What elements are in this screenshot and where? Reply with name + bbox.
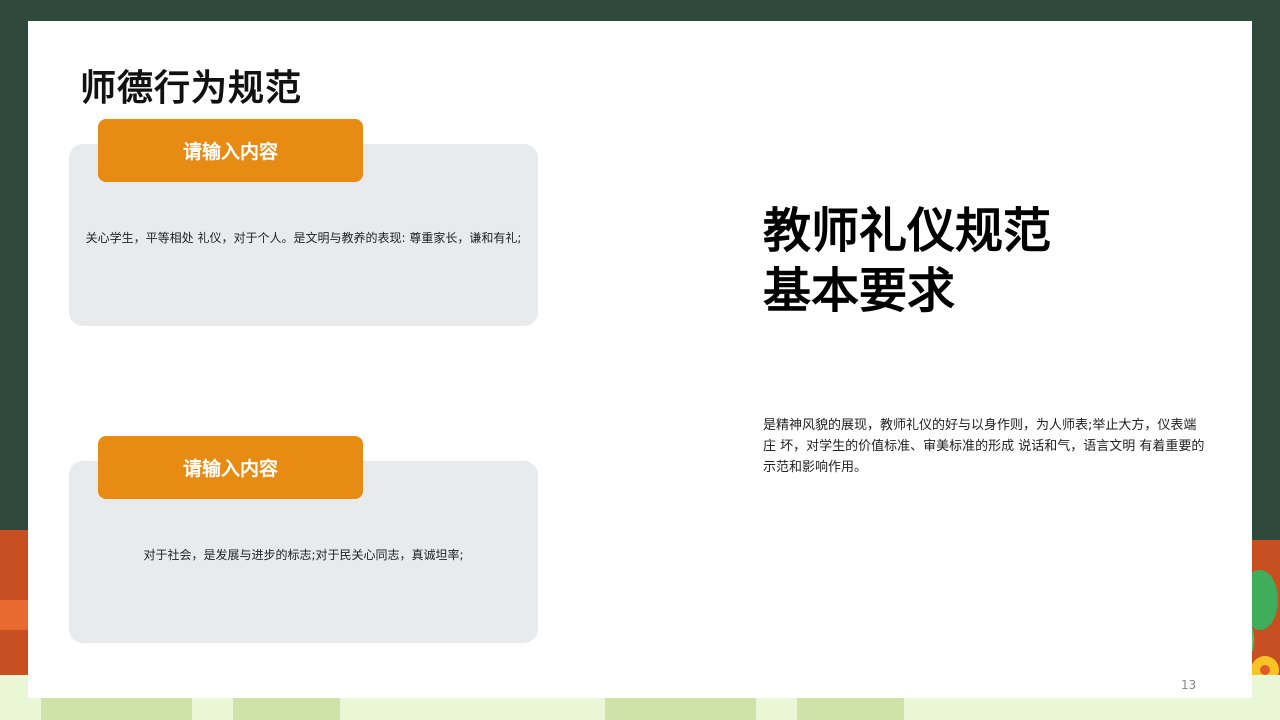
decor-ruler-left-stripe bbox=[0, 600, 28, 630]
section-heading-line2: 基本要求 bbox=[763, 263, 956, 319]
bottom-block bbox=[233, 697, 340, 720]
section-body-text[interactable]: 是精神风貌的展现，教师礼仪的好与以身作则，为人师表;举止大方，仪表端庄 坏，对学… bbox=[763, 415, 1208, 478]
slide-canvas: 师德行为规范 请输入内容 关心学生，平等相处 礼仪，对于个人。是文明与教养的表现… bbox=[28, 21, 1252, 698]
card-1-text[interactable]: 关心学生，平等相处 礼仪，对于个人。是文明与教养的表现: 尊重家长，谦和有礼; bbox=[69, 229, 538, 246]
section-heading-line1: 教师礼仪规范 bbox=[763, 203, 1052, 259]
card-2-tab[interactable]: 请输入内容 bbox=[98, 436, 363, 499]
page-number: 13 bbox=[1181, 678, 1197, 692]
bottom-block bbox=[41, 697, 192, 720]
bottom-block bbox=[605, 697, 756, 720]
card-1-tab[interactable]: 请输入内容 bbox=[98, 119, 363, 182]
section-heading[interactable]: 教师礼仪规范 基本要求 bbox=[763, 201, 1051, 321]
page-title[interactable]: 师德行为规范 bbox=[80, 59, 302, 111]
card-2-text[interactable]: 对于社会，是发展与进步的标志;对于民关心同志，真诚坦率; bbox=[69, 546, 538, 563]
bottom-block bbox=[797, 697, 904, 720]
